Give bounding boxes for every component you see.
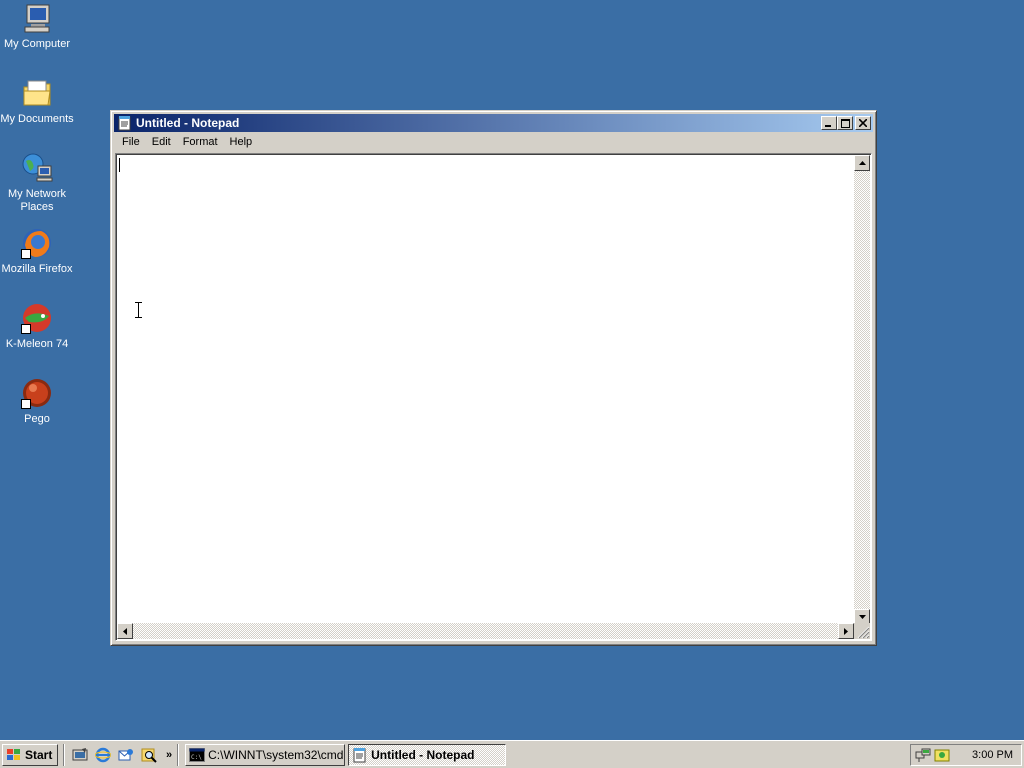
desktop-icon-label: My Network Places	[7, 188, 67, 213]
resize-grip-icon[interactable]	[854, 623, 870, 639]
scroll-right-button[interactable]	[838, 623, 854, 639]
desktop-icon-label: K-Meleon 74	[5, 338, 69, 350]
vertical-scrollbar[interactable]	[854, 155, 870, 625]
taskbar-separator	[63, 743, 65, 766]
taskbar-separator	[177, 743, 180, 766]
text-caret	[119, 158, 120, 172]
outlook-express-icon[interactable]	[118, 747, 134, 763]
close-button[interactable]	[855, 116, 871, 130]
desktop-icon-my-network-places[interactable]: My Network Places	[0, 152, 74, 214]
task-label: Untitled - Notepad	[371, 747, 475, 762]
notepad-icon	[352, 747, 368, 763]
maximize-icon	[840, 118, 850, 128]
folder-icon	[21, 77, 53, 109]
close-icon	[859, 119, 867, 127]
quick-launch-chevron[interactable]: »	[166, 749, 172, 761]
search-icon[interactable]	[141, 747, 157, 763]
arrow-right-icon	[844, 627, 848, 635]
shortcut-arrow-icon	[21, 249, 31, 259]
desktop-icon-label: Mozilla Firefox	[1, 263, 73, 275]
network-icon	[21, 152, 53, 184]
desktop-icon-k-meleon[interactable]: K-Meleon 74	[0, 302, 74, 351]
maximize-button[interactable]	[837, 116, 853, 130]
computer-icon	[21, 2, 53, 34]
taskbar-button-cmd[interactable]: C:\ C:\WINNT\system32\cmd...	[185, 743, 346, 766]
ibeam-cursor-icon	[135, 302, 142, 318]
shortcut-arrow-icon	[21, 324, 31, 334]
minimize-icon	[825, 125, 831, 127]
arrow-down-icon	[858, 615, 866, 619]
desktop-icon-my-computer[interactable]: My Computer	[0, 2, 74, 51]
task-label: C:\WINNT\system32\cmd...	[208, 747, 346, 762]
editor-text[interactable]	[118, 156, 856, 624]
start-label: Start	[25, 747, 53, 762]
desktop-icon-mozilla-firefox[interactable]: Mozilla Firefox	[0, 227, 74, 276]
notepad-window[interactable]: Untitled - Notepad File Edit Format Help	[110, 110, 877, 646]
shortcut-arrow-icon	[21, 399, 31, 409]
menu-bar: File Edit Format Help	[114, 132, 873, 151]
desktop-icon-pego[interactable]: Pego	[0, 377, 74, 426]
system-tray: 3:00 PM	[910, 744, 1022, 766]
pego-icon	[21, 377, 53, 409]
desktop-icon-my-documents[interactable]: My Documents	[0, 77, 74, 126]
notepad-icon[interactable]	[117, 115, 133, 131]
firefox-icon	[21, 227, 53, 259]
quick-launch: »	[72, 747, 172, 763]
start-button[interactable]: Start	[2, 743, 58, 766]
menu-help[interactable]: Help	[224, 136, 259, 148]
horizontal-scrollbar[interactable]	[117, 623, 854, 639]
arrow-left-icon	[123, 627, 127, 635]
menu-edit[interactable]: Edit	[146, 136, 177, 148]
clock[interactable]: 3:00 PM	[972, 749, 1013, 761]
text-editor[interactable]	[115, 153, 872, 641]
arrow-up-icon	[858, 161, 866, 165]
cmd-icon: C:\	[189, 747, 206, 763]
minimize-button[interactable]	[821, 116, 837, 130]
windows-logo-icon	[6, 748, 22, 762]
svg-text:C:\: C:\	[191, 754, 202, 761]
desktop-icon-label: Pego	[24, 413, 50, 425]
scroll-up-button[interactable]	[854, 155, 870, 171]
taskbar-button-notepad[interactable]: Untitled - Notepad	[348, 743, 507, 766]
network-tray-icon[interactable]	[915, 747, 931, 763]
menu-file[interactable]: File	[116, 136, 146, 148]
internet-explorer-icon[interactable]	[94, 747, 112, 763]
taskbar: Start » C:\ C:\WINNT\system32\cmd... Unt…	[0, 740, 1024, 768]
desktop-icon-label: My Computer	[3, 38, 71, 50]
desktop-icon-label: My Documents	[0, 113, 74, 125]
menu-format[interactable]: Format	[177, 136, 224, 148]
title-bar[interactable]: Untitled - Notepad	[114, 114, 873, 132]
window-title: Untitled - Notepad	[136, 116, 240, 130]
show-desktop-icon[interactable]	[72, 747, 88, 763]
scroll-left-button[interactable]	[117, 623, 133, 639]
kmeleon-icon	[21, 302, 53, 334]
volume-tray-icon[interactable]	[934, 747, 950, 763]
